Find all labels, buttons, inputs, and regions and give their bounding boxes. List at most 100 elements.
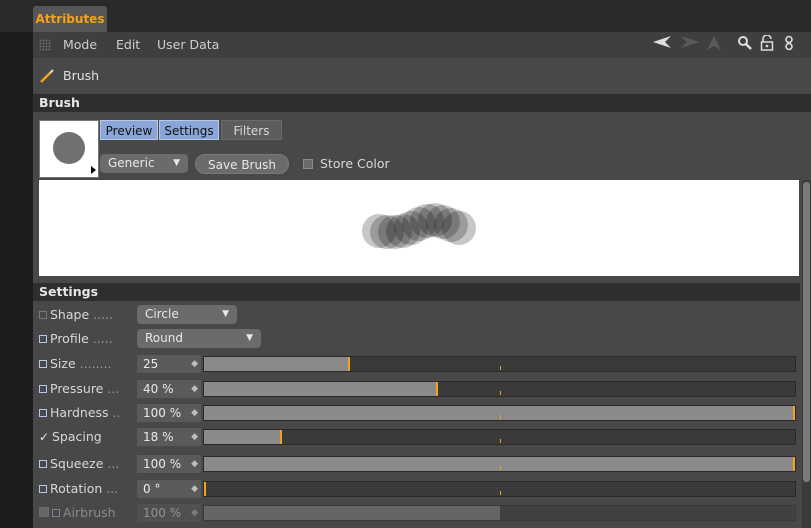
chevron-down-icon: ▼ — [222, 309, 229, 319]
spinner-icon[interactable]: ◆ — [191, 504, 198, 522]
rotation-label: Rotation ... — [39, 477, 135, 501]
pressure-row: Pressure ... 40 % ◆ — [33, 377, 811, 401]
size-row: Size ........ 25 ◆ — [33, 352, 811, 376]
animate-box-icon[interactable] — [39, 360, 47, 368]
tab-settings[interactable]: Settings — [159, 120, 219, 140]
airbrush-label: Airbrush — [39, 501, 135, 525]
rotation-slider[interactable] — [203, 481, 796, 497]
animate-box-icon[interactable] — [52, 509, 60, 517]
shape-row: Shape ..... Circle ▼ — [33, 303, 811, 327]
spinner-icon[interactable]: ◆ — [191, 380, 198, 398]
menu-bar: Mode Edit User Data — [33, 32, 811, 58]
rotation-row: Rotation ... 0 ° ◆ — [33, 477, 811, 501]
airbrush-slider[interactable] — [203, 505, 796, 521]
pressure-field[interactable]: 40 % ◆ — [137, 380, 201, 398]
brush-thumbnail[interactable] — [39, 120, 99, 178]
section-header-settings: Settings — [33, 283, 800, 301]
spinner-icon[interactable]: ◆ — [191, 404, 198, 422]
tab-filters[interactable]: Filters — [221, 120, 282, 140]
pressure-slider[interactable] — [203, 381, 796, 397]
slider-midpoint-tick — [499, 491, 501, 495]
profile-value: Round — [145, 331, 183, 345]
profile-label: Profile ..... — [39, 327, 135, 351]
spacing-label: ✓ Spacing — [39, 425, 135, 449]
grip-icon[interactable] — [39, 39, 51, 51]
animate-box-icon[interactable] — [39, 409, 47, 417]
spinner-icon[interactable]: ◆ — [191, 428, 198, 446]
size-label: Size ........ — [39, 352, 135, 376]
slider-midpoint-tick — [499, 415, 501, 419]
animate-box-icon[interactable] — [39, 311, 47, 319]
store-color-label: Store Color — [320, 156, 390, 171]
preset-value: Generic — [108, 156, 155, 170]
stroke-preview-graphic — [362, 203, 476, 249]
slider-fill — [204, 382, 437, 396]
spacing-field[interactable]: 18 % ◆ — [137, 428, 201, 446]
slider-handle[interactable] — [280, 430, 282, 444]
search-icon[interactable] — [735, 35, 755, 55]
shape-label: Shape ..... — [39, 303, 135, 327]
slider-handle[interactable] — [436, 382, 438, 396]
tab-preview[interactable]: Preview — [100, 120, 158, 140]
menu-user-data[interactable]: User Data — [157, 32, 219, 58]
slider-fill — [204, 430, 281, 444]
squeeze-slider[interactable] — [203, 456, 796, 472]
squeeze-label: Squeeze ... — [39, 452, 135, 476]
animate-box-icon[interactable] — [39, 385, 47, 393]
forward-arrow-icon[interactable] — [677, 35, 701, 55]
slider-midpoint-tick — [499, 366, 501, 370]
animate-box-icon[interactable] — [39, 335, 47, 343]
preset-dropdown[interactable]: Generic ▼ — [100, 154, 188, 173]
lock-icon[interactable] — [757, 34, 777, 55]
slider-handle[interactable] — [204, 482, 206, 496]
back-arrow-icon[interactable] — [651, 35, 675, 55]
expand-arrow-icon[interactable] — [91, 166, 96, 174]
spinner-icon[interactable]: ◆ — [191, 455, 198, 473]
animate-box-icon[interactable] — [39, 460, 47, 468]
brush-panel: Preview Settings Filters Generic ▼ Save … — [33, 112, 811, 528]
size-slider[interactable] — [203, 356, 796, 372]
airbrush-checkbox[interactable] — [39, 507, 49, 517]
pressure-label: Pressure ... — [39, 377, 135, 401]
spinner-icon[interactable]: ◆ — [191, 480, 198, 498]
slider-fill — [204, 506, 500, 520]
brush-icon — [39, 68, 55, 84]
shape-dropdown[interactable]: Circle ▼ — [137, 305, 237, 324]
spacing-slider[interactable] — [203, 429, 796, 445]
squeeze-field[interactable]: 100 % ◆ — [137, 455, 201, 473]
store-color-checkbox[interactable] — [303, 159, 313, 169]
animate-box-icon[interactable] — [39, 485, 47, 493]
hardness-row: Hardness .. 100 % ◆ — [33, 401, 811, 425]
stroke-preview — [39, 180, 799, 276]
link-icon[interactable] — [779, 35, 799, 55]
tab-attributes[interactable]: Attributes — [33, 6, 107, 32]
slider-handle[interactable] — [348, 357, 350, 371]
chevron-down-icon: ▼ — [246, 333, 253, 343]
hardness-field[interactable]: 100 % ◆ — [137, 404, 201, 422]
slider-midpoint-tick — [499, 391, 501, 395]
hardness-slider[interactable] — [203, 405, 796, 421]
rotation-field[interactable]: 0 ° ◆ — [137, 480, 201, 498]
checkmark-icon[interactable]: ✓ — [39, 425, 49, 449]
profile-dropdown[interactable]: Round ▼ — [137, 329, 261, 348]
object-row: Brush — [33, 58, 811, 94]
menu-mode[interactable]: Mode — [63, 32, 97, 58]
hardness-label: Hardness .. — [39, 401, 135, 425]
airbrush-row: Airbrush 100 % ◆ — [33, 501, 811, 525]
save-brush-button[interactable]: Save Brush — [195, 154, 289, 174]
section-header-brush: Brush — [33, 94, 811, 112]
slider-handle[interactable] — [793, 406, 795, 420]
up-arrow-icon[interactable] — [703, 35, 725, 55]
slider-handle[interactable] — [793, 457, 795, 471]
profile-row: Profile ..... Round ▼ — [33, 327, 811, 351]
shape-value: Circle — [145, 307, 179, 321]
brush-dot-preview — [53, 132, 85, 164]
size-field[interactable]: 25 ◆ — [137, 355, 201, 373]
spinner-icon[interactable]: ◆ — [191, 355, 198, 373]
slider-fill — [204, 357, 349, 371]
menu-edit[interactable]: Edit — [116, 32, 140, 58]
tab-strip: Attributes — [0, 0, 811, 32]
squeeze-row: Squeeze ... 100 % ◆ — [33, 452, 811, 476]
airbrush-field[interactable]: 100 % ◆ — [137, 504, 201, 522]
slider-midpoint-tick — [499, 466, 501, 470]
